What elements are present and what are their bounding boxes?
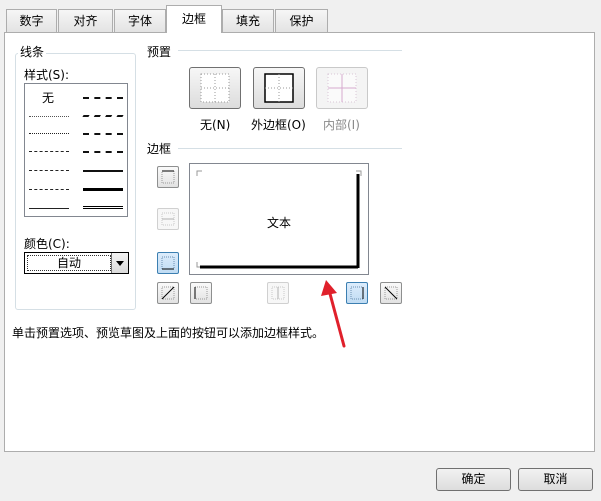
line-style-dash-dot[interactable]: [29, 170, 69, 171]
border-inside-vertical-icon: [271, 286, 285, 300]
border-bottom-button[interactable]: [157, 252, 179, 274]
tab-alignment[interactable]: 对齐: [58, 9, 113, 32]
cancel-button[interactable]: 取消: [518, 468, 593, 491]
border-top-button[interactable]: [157, 166, 179, 188]
border-inside-icon: [327, 73, 357, 103]
border-diagonal-up-button[interactable]: [157, 282, 179, 304]
line-style-thick[interactable]: [83, 188, 123, 191]
border-top-icon: [161, 170, 175, 184]
preset-none-label: 无(N): [200, 118, 231, 132]
line-style-dotted[interactable]: [29, 133, 69, 134]
border-none-icon: [200, 73, 230, 103]
tab-number[interactable]: 数字: [6, 9, 57, 32]
line-style-medium-dash-dot-dot[interactable]: [83, 97, 123, 99]
color-select-value: 自动: [27, 255, 111, 271]
border-left-icon: [194, 286, 208, 300]
line-style-none[interactable]: 无: [42, 89, 54, 106]
border-title: 边框: [147, 142, 172, 156]
border-divider: [178, 148, 402, 149]
hint-text: 单击预置选项、预览草图及上面的按钮可以添加边框样式。: [12, 326, 325, 340]
tab-font[interactable]: 字体: [114, 9, 166, 32]
tab-fill[interactable]: 填充: [222, 9, 274, 32]
presets-divider: [178, 50, 402, 51]
line-style-slanted-dash-dot[interactable]: [82, 115, 124, 117]
preset-inside-label: 内部(I): [323, 118, 360, 132]
color-select[interactable]: 自动: [24, 252, 129, 274]
border-diagonal-up-icon: [161, 286, 175, 300]
presets-title: 预置: [147, 45, 172, 59]
border-inside-horizontal-icon: [161, 212, 175, 226]
border-diagonal-down-icon: [384, 286, 398, 300]
tab-border[interactable]: 边框: [166, 5, 222, 33]
border-diagonal-down-button[interactable]: [380, 282, 402, 304]
border-inside-vertical-button[interactable]: [267, 282, 289, 304]
line-style-medium-dash-dot[interactable]: [83, 133, 123, 135]
style-label: 样式(S):: [24, 68, 70, 82]
preset-outline-button[interactable]: [253, 67, 305, 109]
line-style-double[interactable]: [83, 206, 123, 209]
line-style-dash-dot-dot[interactable]: [29, 151, 69, 152]
border-bottom-icon: [161, 256, 175, 270]
preset-outline-label: 外边框(O): [251, 118, 306, 132]
preset-inside-button[interactable]: [316, 67, 368, 109]
border-preview[interactable]: 文本: [189, 163, 369, 275]
annotation-arrow-icon: [321, 280, 346, 348]
ok-button[interactable]: 确定: [436, 468, 511, 491]
line-style-hair[interactable]: [29, 116, 69, 117]
border-left-button[interactable]: [190, 282, 212, 304]
border-outline-icon: [264, 73, 294, 103]
border-inside-horizontal-button[interactable]: [157, 208, 179, 230]
chevron-down-icon[interactable]: [111, 253, 128, 273]
line-style-medium[interactable]: [83, 170, 123, 172]
line-style-dashed[interactable]: [29, 189, 69, 190]
line-group-title: 线条: [18, 43, 47, 60]
tab-bar: 数字 对齐 字体 边框 填充 保护: [0, 0, 601, 36]
line-style-list[interactable]: 无: [24, 83, 128, 217]
color-label: 颜色(C):: [24, 237, 70, 251]
preset-none-button[interactable]: [189, 67, 241, 109]
preview-text: 文本: [267, 216, 292, 230]
line-style-medium-dashed[interactable]: [83, 151, 123, 153]
tab-protection[interactable]: 保护: [275, 9, 328, 32]
line-style-thin[interactable]: [29, 208, 69, 209]
